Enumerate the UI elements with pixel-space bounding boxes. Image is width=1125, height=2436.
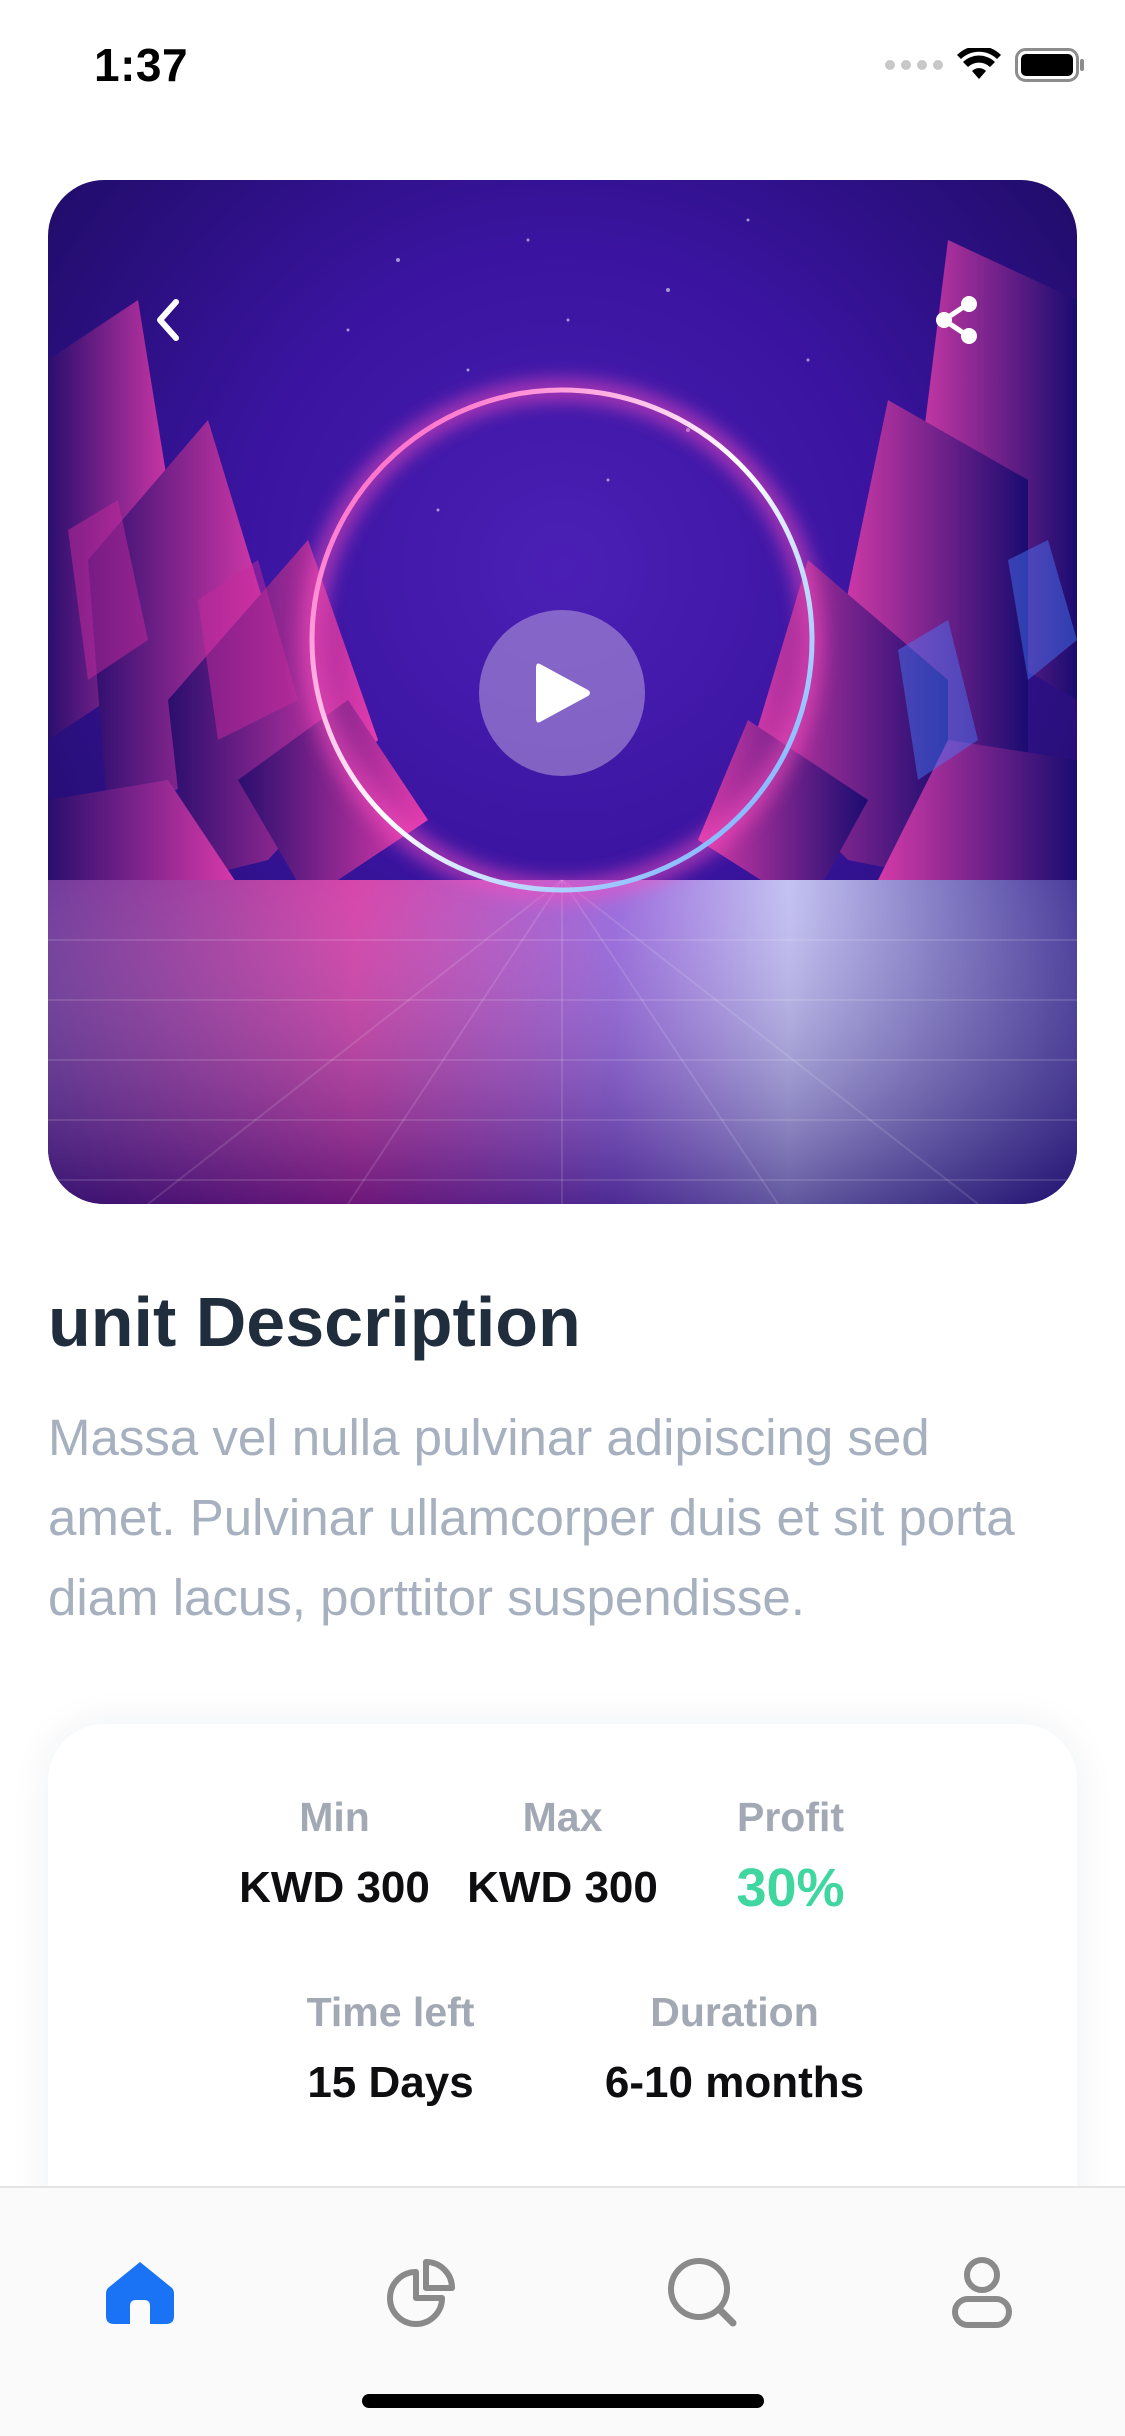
status-bar: 1:37	[0, 0, 1125, 140]
nav-item-search[interactable]	[652, 2242, 752, 2342]
info-profit: Profit 30%	[677, 1794, 905, 1919]
play-icon	[536, 663, 590, 723]
nav-item-home[interactable]	[90, 2242, 190, 2342]
pie-chart-icon	[387, 2259, 455, 2327]
info-duration: Duration 6-10 months	[563, 1989, 907, 2108]
description-body: Massa vel nulla pulvinar adipiscing sed …	[48, 1409, 1015, 1626]
back-button[interactable]	[128, 280, 208, 360]
info-max-value: KWD 300	[467, 1863, 658, 1912]
nav-item-profile[interactable]	[932, 2242, 1032, 2342]
home-icon	[106, 2262, 174, 2324]
battery-icon	[1015, 48, 1084, 82]
search-icon	[668, 2258, 737, 2327]
info-max: Max KWD 300	[449, 1794, 677, 1919]
info-time-left: Time left 15 Days	[219, 1989, 563, 2108]
cellular-signal-icon	[885, 60, 943, 70]
share-button[interactable]	[917, 280, 997, 360]
info-duration-label: Duration	[650, 1989, 819, 2035]
info-profit-value: 30%	[736, 1858, 845, 1918]
nav-item-portfolio[interactable]	[372, 2242, 472, 2342]
hero-media[interactable]	[48, 180, 1077, 1204]
info-time-left-label: Time left	[306, 1989, 475, 2035]
info-min: Min KWD 300	[221, 1794, 449, 1919]
description-title: unit Description	[48, 1283, 581, 1361]
home-indicator	[362, 2394, 764, 2408]
info-duration-value: 6-10 months	[604, 2058, 865, 2107]
chevron-left-icon	[157, 299, 179, 341]
info-min-value: KWD 300	[239, 1863, 430, 1912]
play-button[interactable]	[479, 610, 645, 776]
info-min-label: Min	[299, 1794, 370, 1840]
profile-icon	[952, 2257, 1012, 2328]
status-time: 1:37	[94, 39, 189, 91]
share-icon	[936, 296, 977, 344]
status-icons	[885, 48, 1085, 82]
wifi-icon	[957, 48, 1001, 79]
info-profit-label: Profit	[736, 1794, 845, 1840]
screen: 1:37 unit Description Massa vel nulla pu…	[0, 0, 1125, 2436]
info-max-label: Max	[522, 1794, 603, 1840]
info-time-left-value: 15 Days	[307, 2058, 474, 2107]
info-row-timing: Time left 15 Days Duration 6-10 months	[48, 1989, 1077, 2108]
info-row-limits: Min KWD 300 Max KWD 300 Profit 30%	[48, 1794, 1077, 1919]
